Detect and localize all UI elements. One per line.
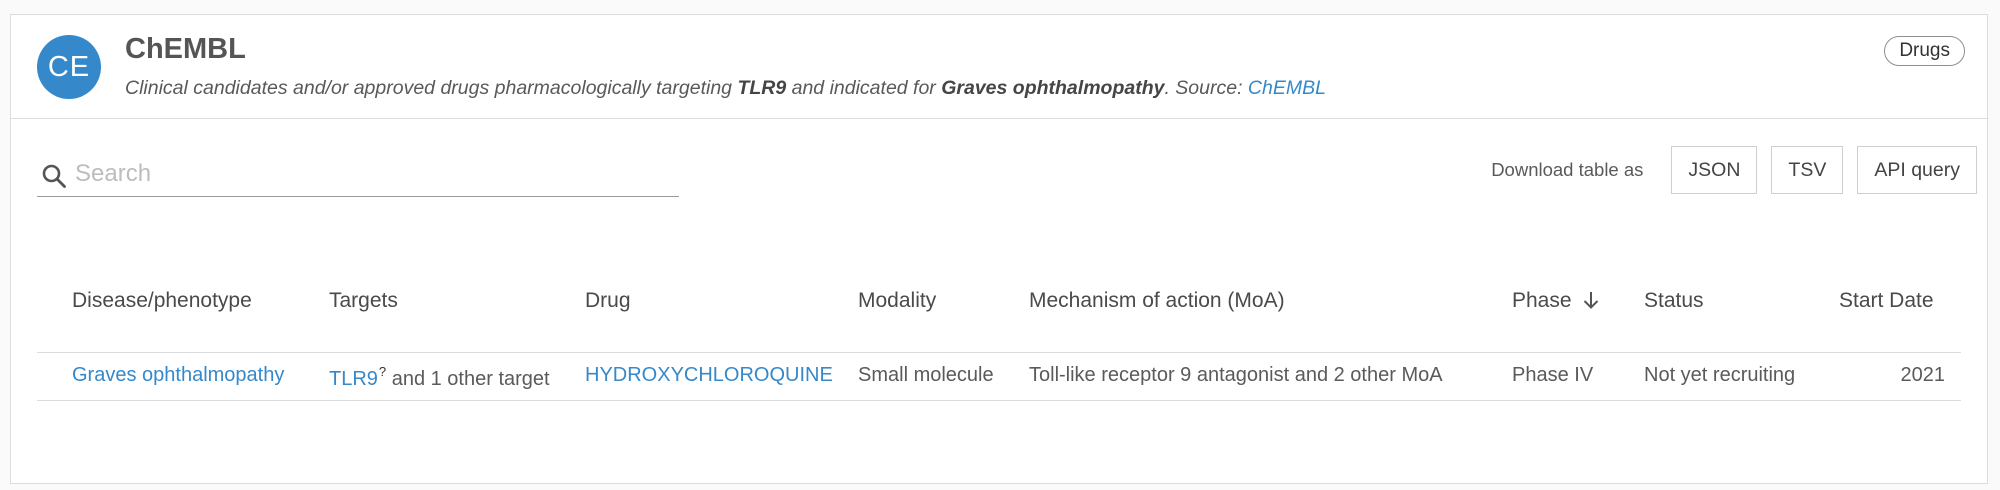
card-header: CE ChEMBL Clinical candidates and/or app… xyxy=(11,15,1987,119)
download-tsv-button[interactable]: TSV xyxy=(1771,146,1844,194)
source-link[interactable]: ChEMBL xyxy=(1248,77,1326,99)
column-header-start-date[interactable]: Start Date xyxy=(1839,289,1934,313)
cell-drug: HYDROXYCHLOROQUINE xyxy=(585,364,833,387)
cell-status: Not yet recruiting xyxy=(1644,364,1796,386)
table-header: Disease/phenotype Targets Drug Modality … xyxy=(37,255,1961,353)
subtitle-source-prefix: . Source: xyxy=(1164,77,1248,99)
cell-moa: Toll-like receptor 9 antagonist and 2 ot… xyxy=(1029,364,1443,386)
search-bar xyxy=(37,153,679,197)
download-label: Download table as xyxy=(1491,159,1644,180)
card-subtitle: Clinical candidates and/or approved drug… xyxy=(125,77,1326,100)
card-title: ChEMBL xyxy=(125,33,246,65)
search-icon xyxy=(42,164,66,188)
column-header-phase[interactable]: Phase xyxy=(1512,289,1600,313)
download-toolbar: Download table as JSON TSV API query xyxy=(1491,145,1987,195)
column-header-moa[interactable]: Mechanism of action (MoA) xyxy=(1029,289,1285,313)
sort-descending-icon xyxy=(1583,292,1598,309)
api-query-button[interactable]: API query xyxy=(1857,146,1977,194)
cell-start-date: 2021 xyxy=(1900,364,1946,386)
table-row: Graves ophthalmopathy TLR9? and 1 other … xyxy=(37,353,1961,401)
cell-disease: Graves ophthalmopathy xyxy=(72,364,284,387)
target-more-text: and 1 other target xyxy=(386,368,550,390)
download-json-button[interactable]: JSON xyxy=(1671,146,1758,194)
column-header-targets[interactable]: Targets xyxy=(329,289,398,313)
cell-targets: TLR9? and 1 other target xyxy=(329,364,550,391)
subtitle-disease: Graves ophthalmopathy xyxy=(941,77,1165,99)
column-header-status[interactable]: Status xyxy=(1644,289,1704,313)
column-header-drug[interactable]: Drug xyxy=(585,289,631,313)
subtitle-prefix: Clinical candidates and/or approved drug… xyxy=(125,77,738,99)
search-input[interactable] xyxy=(75,157,665,191)
cell-phase: Phase IV xyxy=(1512,364,1594,386)
chembl-card: CE ChEMBL Clinical candidates and/or app… xyxy=(10,14,1988,484)
phase-header-label: Phase xyxy=(1512,289,1572,312)
drug-link[interactable]: HYDROXYCHLOROQUINE xyxy=(585,364,833,386)
subtitle-mid: and indicated for xyxy=(786,77,942,99)
source-avatar: CE xyxy=(37,35,101,99)
target-link[interactable]: TLR9 xyxy=(329,368,378,390)
disease-link[interactable]: Graves ophthalmopathy xyxy=(72,364,284,386)
subtitle-target: TLR9 xyxy=(737,77,787,99)
cell-modality: Small molecule xyxy=(858,364,994,386)
drugs-table: Disease/phenotype Targets Drug Modality … xyxy=(37,255,1961,401)
column-header-disease[interactable]: Disease/phenotype xyxy=(72,289,252,313)
drugs-chip[interactable]: Drugs xyxy=(1884,36,1965,66)
column-header-modality[interactable]: Modality xyxy=(858,289,936,313)
